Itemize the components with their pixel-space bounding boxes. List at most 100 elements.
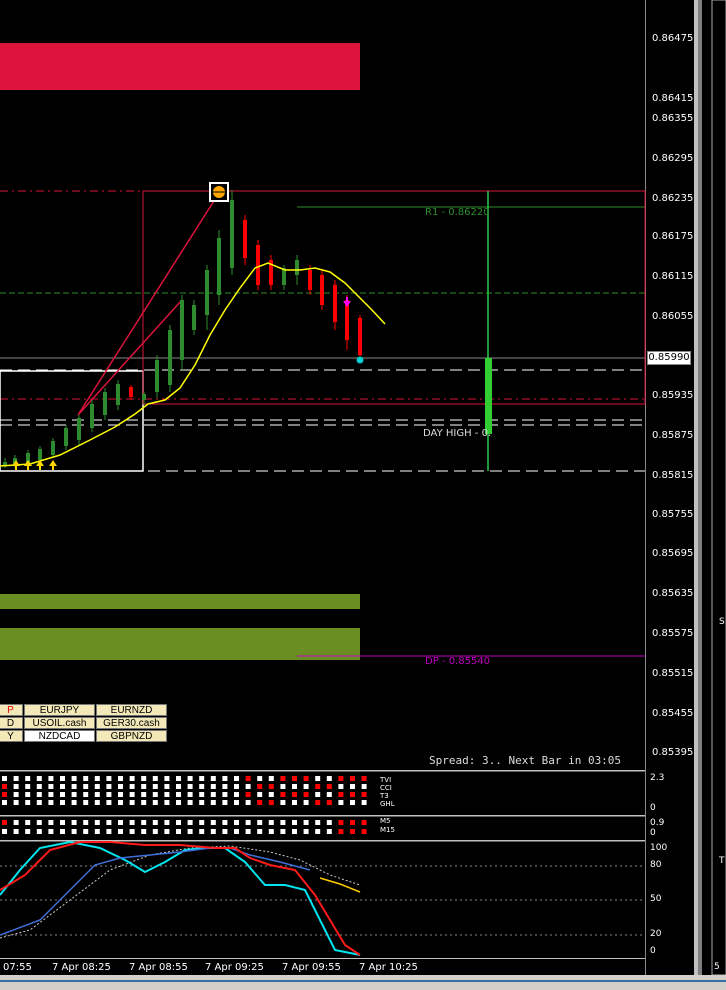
indicator-dot — [60, 800, 65, 805]
indicator-dot — [152, 792, 158, 797]
indicator-dot — [361, 776, 367, 781]
indicator-dot — [48, 800, 54, 805]
indicator-dot — [187, 784, 193, 789]
chart-canvas[interactable] — [0, 0, 726, 990]
indicator-dot — [48, 820, 54, 825]
price-axis-label: 0.86355 — [652, 113, 694, 124]
indicator-dot — [60, 820, 65, 825]
indicator-dot — [176, 784, 181, 789]
indicator-dot — [25, 792, 31, 797]
indicator-dot — [94, 800, 100, 805]
indicator-dot — [60, 784, 65, 789]
indicator-dot — [48, 784, 54, 789]
candle-body — [38, 449, 42, 460]
stoch-scale-0: 0 — [650, 946, 656, 956]
indicator2-top-border — [0, 815, 645, 817]
adjacent-panel-label: S — [719, 617, 725, 627]
indicator-dot — [292, 820, 297, 825]
indicator-dot — [245, 829, 251, 834]
adjacent-chart-strip — [702, 0, 726, 980]
indicator-dot — [257, 829, 263, 834]
indicator-dot — [129, 792, 135, 797]
indicator-dot — [326, 829, 332, 834]
indicator-dot — [106, 776, 112, 781]
indicator-dot — [25, 800, 31, 805]
indicator-dot — [210, 792, 216, 797]
candle-body — [358, 318, 362, 355]
indicator-dot — [118, 829, 123, 834]
indicator-dot — [94, 820, 100, 825]
indicator-dot — [164, 800, 170, 805]
price-axis-label: 0.86475 — [652, 33, 694, 44]
window-splitter-shadow — [698, 0, 702, 980]
indicator-dot — [60, 776, 65, 781]
symbol-button[interactable]: Y — [0, 730, 23, 742]
indicator-dot — [106, 820, 112, 825]
candle-body — [90, 404, 94, 428]
indicator-dot — [94, 776, 100, 781]
symbol-button[interactable]: EURJPY — [24, 704, 95, 716]
indicator-dot — [36, 829, 42, 834]
indicator-dot — [257, 776, 263, 781]
indicator-dot — [25, 820, 31, 825]
indicator-dot — [338, 792, 344, 797]
symbol-button[interactable]: D — [0, 717, 23, 729]
indicator-dot — [315, 800, 321, 805]
indicator-dot — [303, 829, 309, 834]
indicator-dots — [2, 776, 367, 834]
price-axis-label: 0.85455 — [652, 708, 694, 719]
indicator-dot — [152, 776, 158, 781]
indicator-dot — [338, 800, 344, 805]
indicator-dot — [141, 800, 147, 805]
indicator-dot — [187, 792, 193, 797]
sell-arrow — [343, 297, 351, 307]
chart-window[interactable]: 0.86475 0.86415 0.86355 0.86295 0.86235 0.861… — [0, 0, 726, 990]
window-splitter[interactable] — [694, 0, 698, 980]
time-label: 7 Apr 08:55 — [129, 962, 188, 973]
indicator-dot — [94, 792, 100, 797]
symbol-button[interactable]: P — [0, 704, 23, 716]
indicator-dot — [361, 800, 367, 805]
indicator-dot — [71, 829, 77, 834]
indicator-dot — [268, 792, 274, 797]
indicator-dot — [118, 800, 123, 805]
symbol-button[interactable]: GBPNZD — [96, 730, 167, 742]
stoch-scale-50: 50 — [650, 894, 662, 904]
indicator-dot — [129, 800, 135, 805]
indicator-dot — [13, 820, 19, 825]
indicator2-label: M15 — [380, 826, 395, 834]
range-box-white — [0, 370, 144, 472]
indicator-dot — [36, 792, 42, 797]
indicator-dot — [176, 820, 181, 825]
candle-body — [51, 441, 55, 455]
indicator1-label: T3 — [380, 792, 389, 800]
indicator-dot — [2, 820, 7, 825]
symbol-button[interactable]: GER30.cash — [96, 717, 167, 729]
price-axis-label: 0.85695 — [652, 548, 694, 559]
indicator-dot — [106, 792, 112, 797]
indicator-dot — [315, 829, 321, 834]
time-label: 07:55 — [3, 962, 32, 973]
indicator-dot — [361, 829, 367, 834]
indicator-dot — [36, 784, 42, 789]
indicator-dot — [338, 820, 344, 825]
indicator-dot — [303, 792, 309, 797]
indicator-dot — [315, 776, 321, 781]
indicator1-scale-top: 2.3 — [650, 773, 665, 783]
indicator-dot — [48, 829, 54, 834]
indicator-dot — [210, 784, 216, 789]
indicator-dot — [118, 792, 123, 797]
bottom-scroll-line — [0, 980, 726, 982]
indicator-dot — [350, 784, 355, 789]
symbol-button[interactable]: USOIL.cash — [24, 717, 95, 729]
symbol-button[interactable]: NZDCAD — [24, 730, 95, 742]
indicator-dot — [48, 792, 54, 797]
indicator-dot — [268, 829, 274, 834]
demand-zone-1 — [0, 594, 360, 609]
indicator-dot — [338, 829, 344, 834]
indicator-dot — [83, 820, 89, 825]
indicator-dot — [25, 829, 31, 834]
indicator-dot — [361, 820, 367, 825]
symbol-button[interactable]: EURNZD — [96, 704, 167, 716]
indicator-dot — [303, 784, 309, 789]
